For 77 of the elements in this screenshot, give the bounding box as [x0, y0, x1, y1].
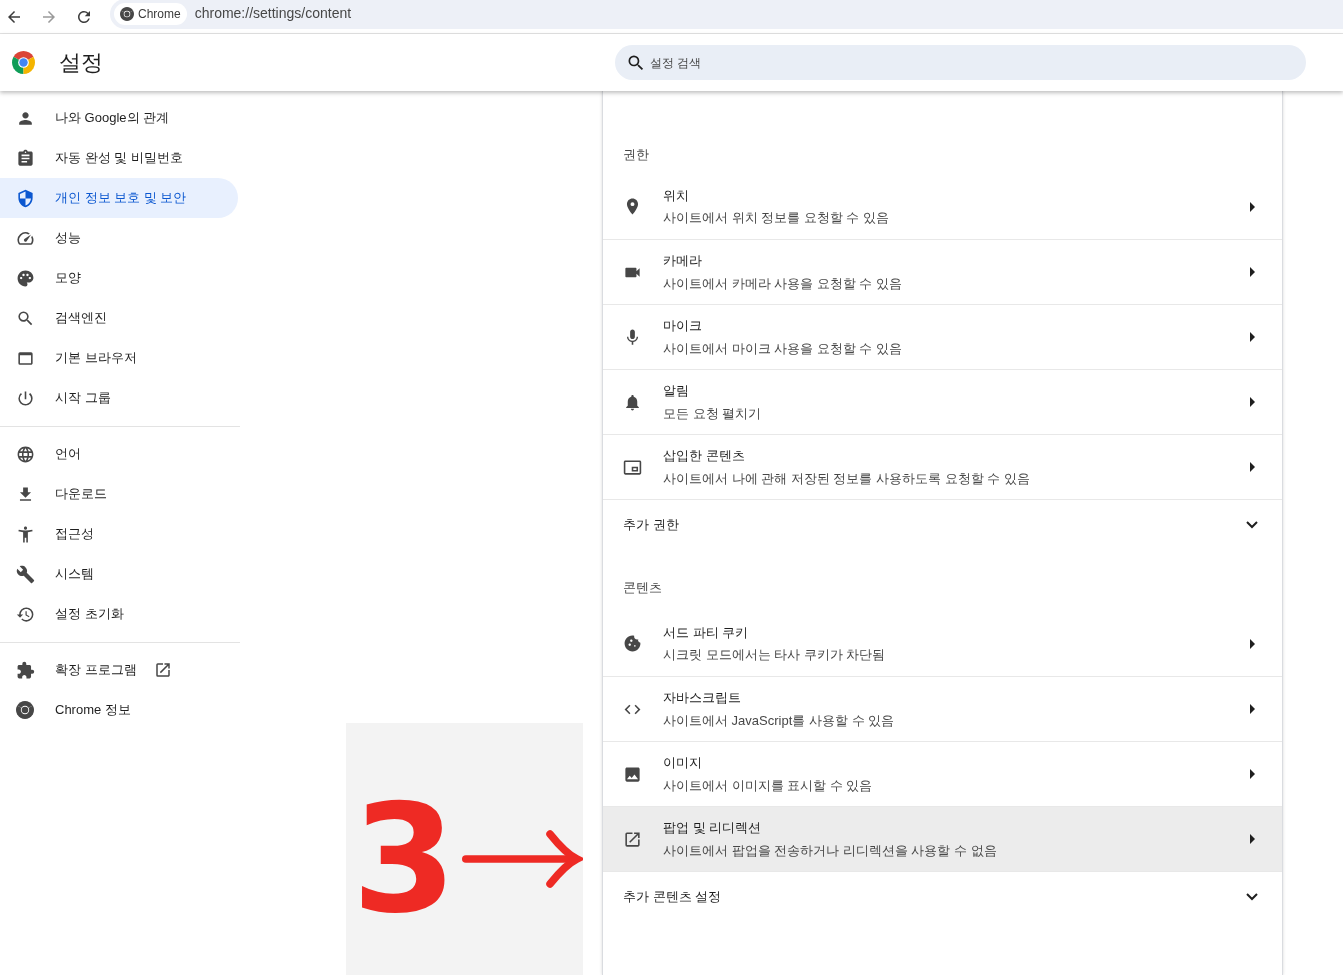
row-description: 사이트에서 마이크 사용을 요청할 수 있음 [663, 339, 904, 358]
row-description: 사이트에서 위치 정보를 요청할 수 있음 [663, 209, 891, 227]
caret-right-icon [1250, 397, 1255, 407]
image-icon [622, 764, 642, 784]
shield-icon [15, 188, 35, 208]
sidebar-item[interactable]: 모양 [0, 258, 238, 298]
sidebar-item[interactable]: 개인 정보 보호 및 보안 [0, 178, 238, 218]
sidebar-item[interactable]: 언어 [0, 434, 238, 474]
site-chip[interactable]: Chrome [114, 2, 187, 25]
search-icon [15, 308, 35, 328]
settings-row[interactable]: 마이크 사이트에서 마이크 사용을 요청할 수 있음 [603, 304, 1282, 369]
sidebar-item[interactable]: 접근성 [0, 514, 238, 554]
settings-row[interactable]: 삽입한 콘텐츠 사이트에서 나에 관해 저장된 정보를 사용하도록 요청할 수 있음 [603, 434, 1282, 499]
caret-right-icon [1250, 201, 1255, 212]
section-heading: 콘텐츠 [623, 578, 662, 597]
expand-row[interactable]: 추가 콘텐츠 설정 [603, 871, 1282, 921]
address-bar[interactable]: Chrome chrome://settings/content [110, 0, 1343, 29]
row-description: 사이트에서 카메라 사용을 요청할 수 있음 [663, 274, 904, 293]
row-title: 알림 [663, 382, 690, 400]
power-icon [15, 388, 35, 408]
caret-right-icon [1250, 704, 1255, 714]
caret-right-icon [1250, 638, 1255, 649]
row-title: 위치 [663, 186, 690, 205]
puzzle-icon [15, 660, 35, 680]
settings-row[interactable]: 자바스크립트 사이트에서 JavaScript를 사용할 수 있음 [603, 676, 1282, 741]
expand-row[interactable]: 추가 권한 [603, 499, 1282, 549]
row-title: 마이크 [663, 317, 703, 335]
wrench-icon [15, 564, 35, 584]
step-number: 3 [352, 784, 457, 934]
sidebar-item[interactable]: 검색엔진 [0, 298, 238, 338]
row-description: 시크릿 모드에서는 타사 쿠키가 차단됨 [663, 646, 887, 664]
sidebar-item[interactable]: 확장 프로그램 [0, 650, 238, 690]
row-title: 삽입한 콘텐츠 [663, 447, 746, 465]
row-description: 모든 요청 펼치기 [663, 404, 763, 423]
sidebar-item[interactable]: 다운로드 [0, 474, 238, 514]
caret-right-icon [1250, 462, 1255, 472]
arrow-icon [462, 827, 583, 891]
sidebar-item[interactable]: 성능 [0, 218, 238, 258]
globe-icon [15, 444, 35, 464]
row-title: 카메라 [663, 252, 703, 270]
external-link-icon [622, 829, 642, 849]
caret-right-icon [1250, 769, 1255, 779]
row-title: 이미지 [663, 754, 703, 772]
caret-right-icon [1250, 267, 1255, 277]
row-title: 서드 파티 쿠키 [663, 623, 750, 642]
embedded-window-icon [622, 457, 642, 477]
page-title: 설정 [59, 49, 103, 77]
history-icon [15, 604, 35, 624]
settings-row[interactable]: 카메라 사이트에서 카메라 사용을 요청할 수 있음 [603, 239, 1282, 304]
settings-row[interactable]: 알림 모든 요청 펼치기 [603, 369, 1282, 434]
sidebar-item[interactable]: 설정 초기화 [0, 594, 238, 634]
row-description: 사이트에서 JavaScript를 사용할 수 있음 [663, 711, 896, 730]
search-icon [626, 53, 646, 73]
sidebar-item[interactable]: 시스템 [0, 554, 238, 594]
chevron-down-icon [1246, 520, 1258, 529]
settings-row[interactable]: 위치 사이트에서 위치 정보를 요청할 수 있음 [603, 174, 1282, 239]
sidebar-item[interactable]: Chrome 정보 [0, 690, 238, 730]
url-text: chrome://settings/content [194, 4, 352, 23]
row-description: 사이트에서 나에 관해 저장된 정보를 사용하도록 요청할 수 있음 [663, 469, 1031, 488]
caret-right-icon [1250, 332, 1255, 342]
sidebar-item[interactable]: 자동 완성 및 비밀번호 [0, 138, 238, 178]
row-title: 자바스크립트 [663, 689, 742, 707]
settings-row[interactable]: 팝업 및 리디렉션 사이트에서 팝업을 전송하거나 리디렉션을 사용할 수 없음 [603, 806, 1282, 871]
row-description: 사이트에서 이미지를 표시할 수 있음 [663, 776, 874, 795]
section-heading: 권한 [623, 146, 649, 165]
sidebar-item[interactable]: 기본 브라우저 [0, 338, 238, 378]
settings-row[interactable]: 서드 파티 쿠키 시크릿 모드에서는 타사 쿠키가 차단됨 [603, 611, 1282, 676]
palette-icon [15, 268, 35, 288]
chevron-down-icon [1246, 892, 1258, 901]
row-description: 사이트에서 팝업을 전송하거나 리디렉션을 사용할 수 없음 [663, 841, 998, 860]
row-title: 팝업 및 리디렉션 [663, 819, 763, 837]
clipboard-icon [15, 148, 35, 168]
sidebar-item[interactable]: 시작 그룹 [0, 378, 238, 418]
cookie-icon [622, 634, 642, 653]
caret-right-icon [1250, 834, 1255, 844]
sidebar-item[interactable]: 나와 Google의 관계 [0, 98, 238, 138]
search-field[interactable]: 설정 검색 [615, 45, 1306, 80]
